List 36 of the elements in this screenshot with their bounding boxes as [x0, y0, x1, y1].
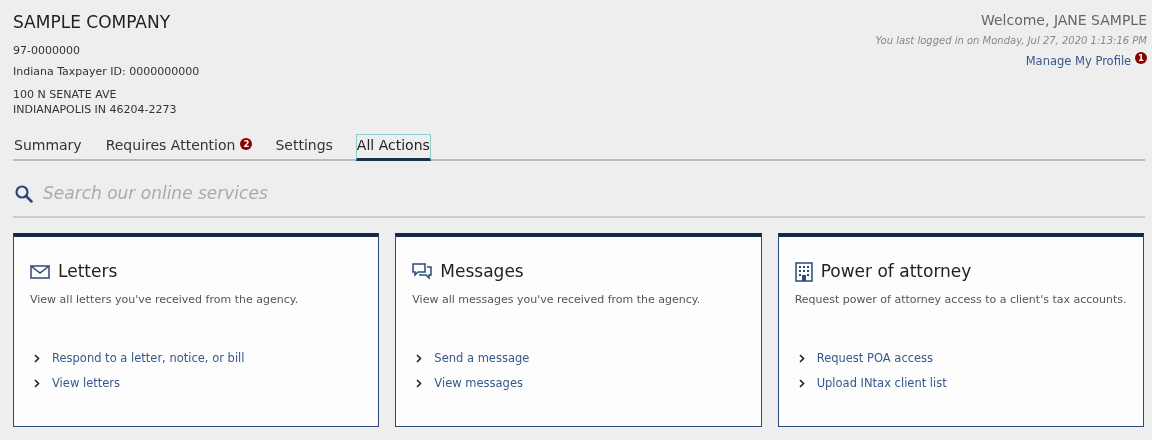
card-link[interactable]: View letters [52, 375, 121, 393]
company-detail: 97-0000000 [13, 43, 81, 58]
company-name: SAMPLE COMPANY [13, 11, 172, 34]
building-icon [794, 262, 813, 283]
chevron-icon [34, 353, 40, 363]
chevron-icon [798, 379, 805, 389]
chat-icon [412, 263, 433, 282]
search-icon [15, 184, 33, 203]
card-title: Letters [58, 260, 118, 284]
search-field[interactable]: Search our online services [43, 180, 1145, 207]
card-description: View all messages you've received from the agency. [412, 291, 702, 308]
tab[interactable]: All Actions [355, 133, 431, 161]
card-link[interactable]: Upload INtax client list [816, 375, 947, 393]
tab[interactable]: Settings [274, 133, 334, 161]
notification-badge: 2 [240, 137, 253, 150]
card-title: Messages [440, 260, 524, 284]
card-title: Power of attorney [820, 260, 972, 284]
card-description: Request power of attorney access to a client's tax accounts. [794, 291, 1127, 308]
card-link[interactable]: Request POA access [816, 349, 934, 368]
tab[interactable]: Requires Attention [104, 133, 237, 161]
chevron-icon [416, 353, 423, 363]
profile-link[interactable]: Manage My Profile [1025, 54, 1132, 68]
last-login-text: You last logged in on Monday, Jul 27, 2020 1:13:16 PM [875, 34, 1147, 48]
chevron-icon [416, 379, 423, 389]
envelope-icon [30, 265, 50, 280]
card-link[interactable]: Respond to a letter, notice, or bill [52, 349, 245, 368]
card-link[interactable]: View messages [434, 375, 523, 393]
card-link[interactable]: Send a message [434, 349, 530, 368]
chevron-icon [798, 353, 805, 363]
card-description: View all letters you've received from the agency. [30, 291, 300, 308]
chevron-icon [34, 379, 40, 389]
notification-badge: 1 [1135, 52, 1147, 64]
tab[interactable]: Summary [13, 133, 83, 161]
welcome-text: Welcome, JANE SAMPLE [979, 11, 1147, 30]
company-detail: Indiana Taxpayer ID: 0000000000 [13, 65, 200, 79]
company-address: 100 N SENATE AVE INDIANAPOLIS IN 46204-2273 [13, 87, 178, 118]
